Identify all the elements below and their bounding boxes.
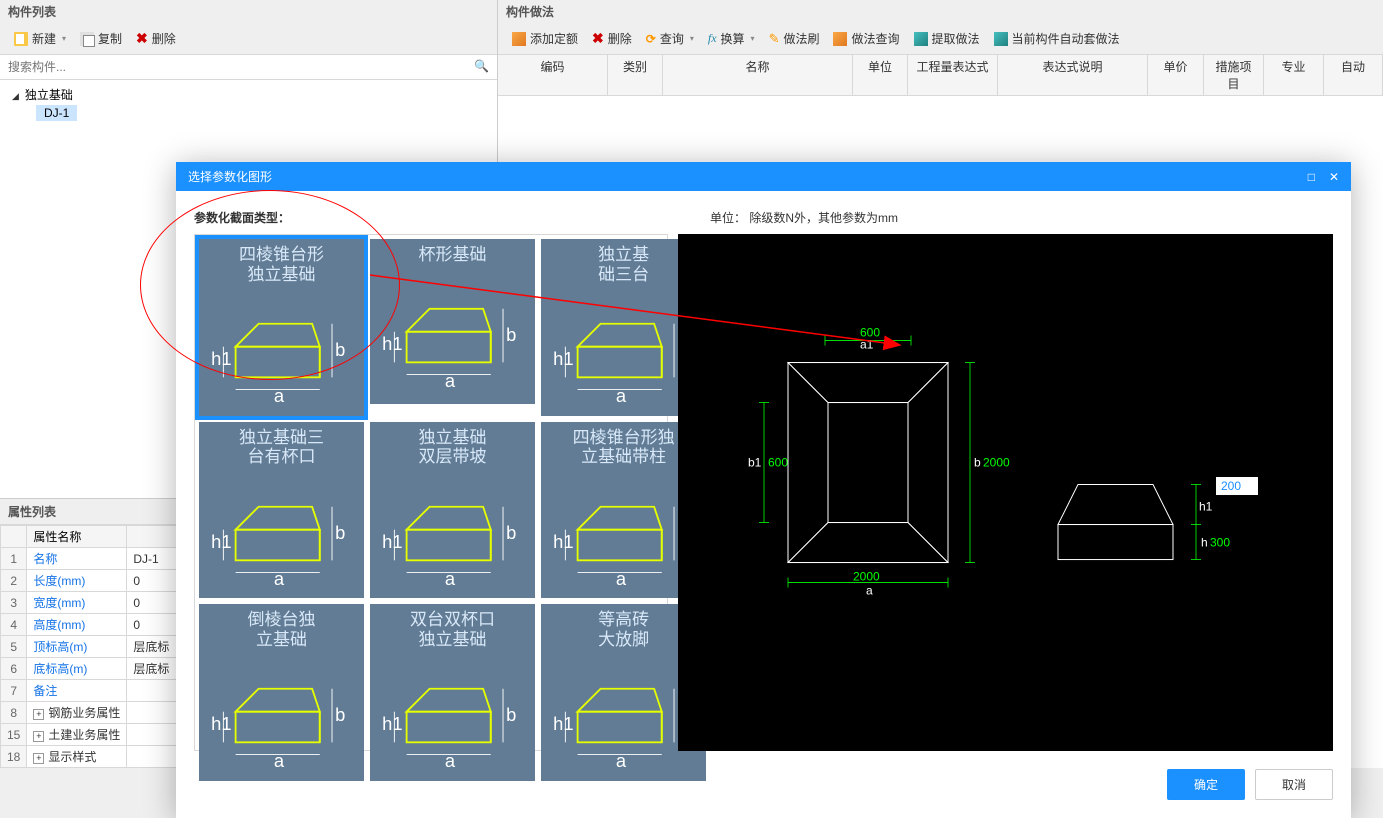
maximize-icon[interactable]: □ (1308, 170, 1315, 184)
svg-text:h1: h1 (1199, 500, 1213, 514)
svg-text:a: a (274, 385, 285, 406)
shape-title: 独立基础三台有杯口 (239, 428, 324, 467)
svg-text:h1: h1 (211, 531, 231, 552)
svg-text:h1: h1 (382, 333, 402, 354)
close-icon[interactable]: ✕ (1329, 170, 1339, 184)
shape-title: 独立基础三台 (598, 245, 649, 284)
shape-card-3[interactable]: 独立基础三台有杯口 a b h1 (199, 422, 364, 599)
svg-text:b: b (335, 522, 345, 543)
dialog-title-text: 选择参数化图形 (188, 168, 272, 185)
shape-card-6[interactable]: 倒棱台独立基础 a b h1 (199, 604, 364, 781)
extract-icon (914, 32, 928, 46)
preview-canvas[interactable]: 600 a1 b1 600 b 2000 2000 a (678, 234, 1333, 751)
tree-child-node[interactable]: DJ-1 (36, 105, 77, 121)
dialog-titlebar[interactable]: 选择参数化图形 □ ✕ (176, 162, 1351, 191)
svg-text:h1: h1 (553, 531, 573, 552)
shapes-grid: 四棱锥台形独立基础 a b h1 杯形基础 (194, 234, 668, 751)
svg-text:b: b (506, 704, 516, 725)
add-quota-button[interactable]: 添加定额 (506, 27, 584, 50)
shape-title: 四棱锥台形独立基础带柱 (573, 428, 675, 467)
convert-button[interactable]: fx换算▾ (702, 27, 761, 50)
svg-text:b: b (506, 323, 516, 344)
shape-card-4[interactable]: 独立基础双层带坡 a b h1 (370, 422, 535, 599)
query-button[interactable]: ⟳查询▾ (640, 27, 700, 50)
search-icon[interactable]: 🔍 (468, 57, 495, 77)
svg-text:b: b (974, 456, 981, 470)
fx-icon: fx (708, 31, 717, 46)
dim-b1: 600 (768, 456, 788, 470)
svg-text:h1: h1 (553, 348, 573, 369)
dim-a: 2000 (853, 570, 880, 584)
copy-button[interactable]: 复制 (74, 27, 128, 50)
tree-parent-node[interactable]: 独立基础 (4, 84, 493, 105)
svg-text:a: a (445, 567, 456, 588)
method-panel-title: 构件做法 (498, 0, 1383, 23)
search-input[interactable] (2, 57, 468, 77)
delete-icon: ✖ (592, 30, 604, 47)
svg-text:h: h (1201, 536, 1208, 550)
unit-label: 单位： 除级数N外，其他参数为mm (710, 209, 898, 226)
new-icon (14, 32, 28, 46)
svg-text:h1: h1 (382, 531, 402, 552)
method-table-header: 编码 类别 名称 单位 工程量表达式 表达式说明 单价 措施项目 专业 自动 (498, 55, 1383, 96)
dim-h: 300 (1210, 536, 1230, 550)
cancel-button[interactable]: 取消 (1255, 769, 1333, 800)
delete-icon: ✖ (136, 30, 148, 47)
svg-text:h1: h1 (553, 713, 573, 734)
svg-text:b: b (506, 522, 516, 543)
shape-card-0[interactable]: 四棱锥台形独立基础 a b h1 (199, 239, 364, 416)
h1-input[interactable] (1216, 477, 1258, 495)
shape-title: 独立基础双层带坡 (419, 428, 487, 467)
expand-icon[interactable]: + (33, 753, 44, 764)
chevron-down-icon: ▾ (751, 34, 755, 43)
auto-method-button[interactable]: 当前构件自动套做法 (988, 27, 1126, 50)
svg-text:a: a (445, 369, 456, 390)
shape-title: 等高砖大放脚 (598, 610, 649, 649)
auto-icon (994, 32, 1008, 46)
brush-button[interactable]: ✎做法刷 (763, 27, 826, 50)
param-type-label: 参数化截面类型： (194, 209, 290, 226)
svg-text:a: a (616, 385, 627, 406)
ok-button[interactable]: 确定 (1167, 769, 1245, 800)
chevron-down-icon: ▾ (690, 34, 694, 43)
brush-icon: ✎ (769, 31, 780, 47)
shape-title: 倒棱台独立基础 (248, 610, 316, 649)
delete-button[interactable]: ✖ 删除 (130, 27, 182, 50)
chevron-down-icon: ▾ (62, 34, 66, 43)
dim-b: 2000 (983, 456, 1010, 470)
svg-text:h1: h1 (382, 713, 402, 734)
quota-icon (512, 32, 526, 46)
svg-text:a: a (274, 567, 285, 588)
method-query-icon (833, 32, 847, 46)
extract-button[interactable]: 提取做法 (908, 27, 986, 50)
shape-title: 杯形基础 (419, 245, 487, 265)
svg-text:h1: h1 (211, 348, 231, 369)
expand-icon[interactable]: + (33, 731, 44, 742)
svg-text:a: a (616, 567, 627, 588)
expand-icon[interactable]: + (33, 709, 44, 720)
method-query-button[interactable]: 做法查询 (827, 27, 905, 50)
copy-icon (80, 32, 94, 46)
shape-card-1[interactable]: 杯形基础 a b h1 (370, 239, 535, 404)
component-list-title: 构件列表 (0, 0, 497, 23)
method-delete-button[interactable]: ✖删除 (586, 27, 638, 50)
param-shape-dialog: 选择参数化图形 □ ✕ 参数化截面类型： 单位： 除级数N外，其他参数为mm 四… (176, 162, 1351, 818)
svg-text:a: a (866, 584, 873, 598)
shape-card-7[interactable]: 双台双杯口独立基础 a b h1 (370, 604, 535, 781)
query-icon: ⟳ (646, 32, 656, 46)
svg-text:b: b (335, 339, 345, 360)
svg-text:b1: b1 (748, 456, 762, 470)
svg-text:a1: a1 (860, 338, 874, 352)
shape-title: 双台双杯口独立基础 (410, 610, 495, 649)
shape-title: 四棱锥台形独立基础 (239, 245, 324, 284)
prop-header-name: 属性名称 (27, 526, 127, 548)
svg-text:b: b (335, 704, 345, 725)
new-button[interactable]: 新建 ▾ (8, 27, 72, 50)
svg-text:h1: h1 (211, 713, 231, 734)
